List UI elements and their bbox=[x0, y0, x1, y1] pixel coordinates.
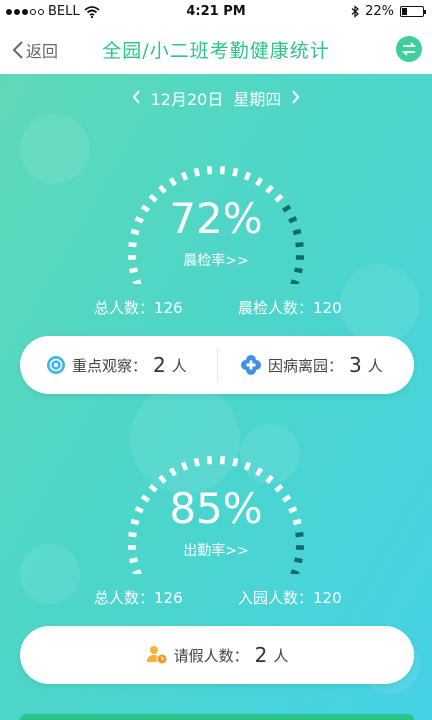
next-day-button[interactable] bbox=[291, 88, 300, 109]
key-observation-item[interactable]: 重点观察： 2 人 bbox=[46, 336, 187, 394]
swap-arrows-icon bbox=[401, 42, 417, 56]
morning-checked-label: 晨检人数： bbox=[238, 299, 314, 317]
morning-check-gauge-tick bbox=[255, 177, 263, 187]
key-observation-label: 重点观察： bbox=[72, 356, 148, 375]
sick-leave-value: 3 bbox=[349, 353, 362, 377]
attendance-entered-label: 入园人数： bbox=[238, 589, 314, 607]
attendance-gauge-tick bbox=[132, 569, 142, 574]
morning-check-gauge-tick bbox=[243, 171, 252, 181]
bottom-action-bar[interactable] bbox=[20, 714, 414, 720]
morning-total-label: 总人数： bbox=[94, 299, 155, 317]
main-panel: 12月20日 星期四 72% 晨检率>> 总人数：126 晨检人数：120 重点… bbox=[0, 74, 432, 720]
attendance-gauge-tick bbox=[265, 474, 274, 484]
morning-total-stat: 总人数：126 bbox=[94, 297, 183, 318]
sick-leave-unit: 人 bbox=[367, 356, 383, 375]
battery-percent: 22% bbox=[365, 4, 394, 19]
leave-item[interactable]: 请假人数： 2 人 bbox=[20, 626, 414, 684]
key-observation-unit: 人 bbox=[171, 356, 187, 375]
morning-check-gauge-tick bbox=[265, 184, 274, 194]
observation-card: 重点观察： 2 人 因病离园： 3 人 bbox=[20, 336, 414, 394]
attendance-gauge-tick bbox=[128, 531, 137, 538]
leave-label: 请假人数： bbox=[173, 646, 249, 665]
morning-check-link[interactable]: 晨检率>> bbox=[116, 250, 316, 270]
medical-cross-icon bbox=[241, 355, 261, 375]
attendance-gauge-tick bbox=[243, 461, 252, 471]
battery-icon bbox=[400, 6, 426, 17]
morning-check-gauge-tick bbox=[207, 166, 213, 175]
prev-day-button[interactable] bbox=[132, 88, 141, 109]
weekday-label: 星期四 bbox=[233, 90, 282, 109]
status-bar: BELL 4:21 PM 22% bbox=[0, 0, 432, 24]
attendance-link[interactable]: 出勤率>> bbox=[116, 540, 316, 560]
morning-total-value: 126 bbox=[154, 299, 183, 317]
status-right: 22% bbox=[351, 4, 426, 19]
switch-button[interactable] bbox=[396, 36, 422, 62]
attendance-gauge-tick bbox=[295, 531, 304, 538]
morning-check-gauge-tick bbox=[295, 241, 304, 248]
attendance-rate: 85% bbox=[169, 484, 263, 533]
leave-card: 请假人数： 2 人 bbox=[20, 626, 414, 684]
bluetooth-icon bbox=[351, 5, 360, 18]
attendance-gauge-tick bbox=[207, 456, 213, 465]
chevron-left-icon bbox=[132, 89, 140, 104]
leave-value: 2 bbox=[254, 643, 268, 667]
attendance-gauge-tick bbox=[180, 461, 189, 471]
attendance-total-label: 总人数： bbox=[94, 589, 155, 607]
morning-check-gauge-tick bbox=[158, 184, 167, 194]
attendance-entered-value: 120 bbox=[313, 589, 342, 607]
page-title: 全园/小二班考勤健康统计 bbox=[102, 40, 330, 62]
sick-leave-item[interactable]: 因病离园： 3 人 bbox=[240, 336, 383, 394]
attendance-total-value: 126 bbox=[154, 589, 183, 607]
morning-check-gauge-tick bbox=[169, 177, 177, 187]
morning-checked-value: 120 bbox=[313, 299, 342, 317]
person-clock-icon bbox=[146, 646, 168, 665]
attendance-gauge-tick bbox=[290, 569, 300, 574]
morning-check-gauge-tick bbox=[219, 166, 225, 175]
attendance-total-stat: 总人数：126 bbox=[94, 587, 183, 608]
morning-check-gauge-tick bbox=[290, 279, 300, 284]
morning-check-gauge-tick bbox=[132, 279, 142, 284]
morning-checked-stat: 晨检人数：120 bbox=[238, 297, 342, 318]
attendance-gauge-tick bbox=[219, 456, 225, 465]
attendance-entered-stat: 入园人数：120 bbox=[238, 587, 342, 608]
attendance-gauge-tick bbox=[255, 467, 263, 477]
attendance-gauge-tick bbox=[169, 467, 177, 477]
morning-check-gauge-tick bbox=[232, 167, 239, 177]
morning-check-gauge-tick bbox=[128, 241, 137, 248]
battery-fill bbox=[402, 8, 407, 15]
card-divider bbox=[217, 348, 218, 382]
date-selector: 12月20日 星期四 bbox=[0, 86, 432, 110]
date-label: 12月20日 bbox=[150, 90, 224, 109]
morning-check-rate: 72% bbox=[169, 194, 263, 243]
morning-check-gauge: 72% 晨检率>> bbox=[116, 154, 316, 284]
key-observation-value: 2 bbox=[153, 353, 166, 377]
sick-leave-label: 因病离园： bbox=[268, 356, 344, 375]
leave-unit: 人 bbox=[273, 646, 289, 665]
morning-check-gauge-tick bbox=[180, 171, 189, 181]
attendance-gauge-tick bbox=[193, 457, 200, 467]
attendance-gauge-tick bbox=[158, 474, 167, 484]
morning-check-gauge-tick bbox=[193, 167, 200, 177]
target-icon bbox=[47, 356, 65, 374]
chevron-right-icon bbox=[292, 89, 300, 104]
nav-bar: 返回 全园/小二班考勤健康统计 bbox=[0, 24, 432, 74]
attendance-gauge: 85% 出勤率>> bbox=[116, 444, 316, 574]
attendance-gauge-tick bbox=[232, 457, 239, 467]
